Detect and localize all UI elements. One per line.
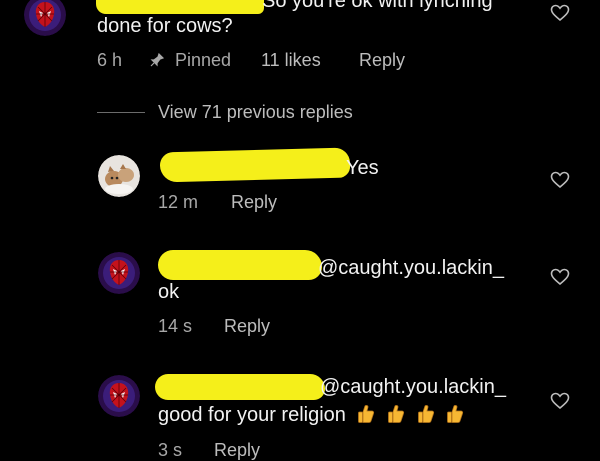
thumbs-up-icon	[387, 404, 405, 424]
pinned-label: Pinned	[175, 50, 232, 70]
reply-avatar[interactable]	[98, 375, 140, 417]
pin-icon	[150, 51, 165, 67]
thumbs-up-emoji-row	[351, 404, 464, 426]
view-previous-replies-button[interactable]: View 71 previous replies	[158, 102, 353, 123]
like-heart-icon[interactable]	[550, 268, 570, 286]
redacted-username	[158, 250, 322, 280]
spiderman-avatar-image	[98, 252, 140, 294]
reply-text: Yes	[346, 157, 379, 179]
reply-time: 3 s	[158, 440, 183, 460]
reply-text: ok	[158, 281, 180, 303]
thumbs-up-icon	[417, 404, 435, 424]
reply-mention[interactable]: @caught.you.lackin_	[320, 376, 506, 399]
reply-button[interactable]: Reply	[214, 440, 260, 461]
reply-avatar[interactable]	[98, 252, 140, 294]
thumbs-up-icon	[446, 404, 464, 424]
view-replies-divider	[97, 112, 145, 113]
reply-button[interactable]: Reply	[231, 192, 277, 213]
comment-likes[interactable]: 11 likes	[261, 50, 321, 71]
redacted-username	[159, 147, 351, 183]
reply-button[interactable]: Reply	[224, 316, 270, 337]
like-heart-icon[interactable]	[550, 171, 570, 189]
pinned-indicator: Pinned	[150, 50, 231, 71]
thumbs-up-icon	[357, 404, 375, 424]
comment-text-line2: done for cows?	[97, 15, 233, 37]
comment-time: 6 h	[97, 50, 123, 70]
reply-text-row: good for your religion	[158, 404, 464, 427]
like-heart-icon[interactable]	[550, 392, 570, 410]
redacted-username	[96, 0, 264, 14]
like-heart-icon[interactable]	[550, 4, 570, 22]
reply-time: 14 s	[158, 316, 193, 336]
redacted-username	[155, 374, 325, 400]
commenter-avatar[interactable]	[24, 0, 66, 36]
reply-mention[interactable]: @caught.you.lackin_	[318, 257, 504, 280]
spiderman-avatar-image	[98, 375, 140, 417]
comment-reply-button[interactable]: Reply	[359, 50, 405, 71]
spiderman-avatar-image	[24, 0, 66, 36]
reply-time: 12 m	[158, 192, 199, 212]
comment-text-line1: So you're ok with lynching	[262, 0, 493, 12]
reply-avatar[interactable]	[98, 155, 140, 197]
cat-avatar-image	[98, 155, 140, 197]
reply-text: good for your religion	[158, 404, 346, 426]
